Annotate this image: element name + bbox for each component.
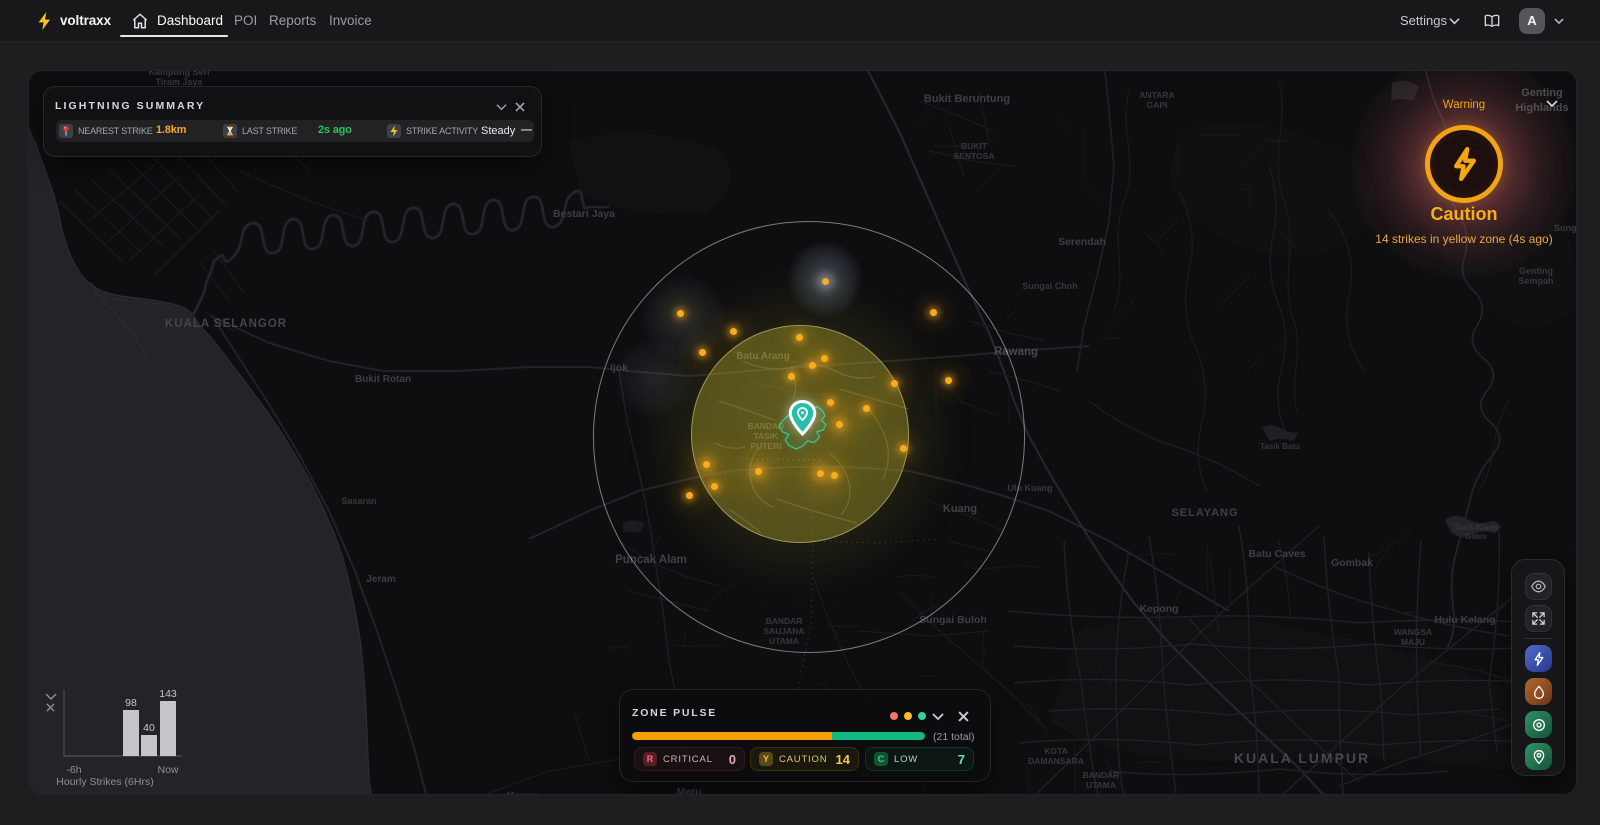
svg-text:KUALA SELANGOR: KUALA SELANGOR [165, 318, 287, 330]
svg-text:MAJU: MAJU [1401, 637, 1425, 647]
svg-text:SENTOSA: SENTOSA [954, 151, 995, 161]
svg-text:143: 143 [159, 688, 177, 700]
svg-text:Batu Caves: Batu Caves [1248, 548, 1305, 560]
svg-text:Jeram: Jeram [366, 574, 396, 585]
svg-text:-6h: -6h [66, 764, 81, 776]
svg-text:Genting: Genting [1519, 266, 1553, 276]
svg-text:BUKIT: BUKIT [961, 141, 988, 151]
svg-text:Sasaran: Sasaran [341, 496, 376, 506]
svg-text:98: 98 [125, 697, 137, 709]
svg-text:Serendah: Serendah [1058, 236, 1106, 248]
svg-text:Sungai Choh: Sungai Choh [1022, 281, 1078, 291]
svg-text:Kapar: Kapar [507, 790, 537, 795]
svg-text:UTAMA: UTAMA [1086, 780, 1116, 790]
svg-text:SELAYANG: SELAYANG [1171, 507, 1238, 519]
svg-text:Tasik Klang: Tasik Klang [1454, 523, 1498, 532]
svg-text:BANDAR: BANDAR [1083, 770, 1120, 780]
svg-text:Now: Now [157, 764, 178, 776]
svg-text:Kepong: Kepong [1139, 603, 1178, 615]
svg-text:40: 40 [143, 722, 155, 734]
svg-text:ANTARA: ANTARA [1139, 90, 1174, 100]
svg-text:Hourly Strikes (6Hrs): Hourly Strikes (6Hrs) [56, 776, 153, 788]
svg-text:Bukit Beruntung: Bukit Beruntung [924, 93, 1010, 105]
svg-text:KUALA LUMPUR: KUALA LUMPUR [1234, 750, 1370, 766]
svg-text:Meru: Meru [676, 786, 701, 795]
svg-text:Gates: Gates [1465, 532, 1488, 541]
svg-text:Tasik Batu: Tasik Batu [1260, 442, 1300, 451]
svg-text:Bestari Jaya: Bestari Jaya [553, 208, 615, 220]
svg-text:Bukit Rotan: Bukit Rotan [355, 374, 411, 385]
svg-text:Gombak: Gombak [1331, 557, 1373, 569]
svg-text:Hulu Kelang: Hulu Kelang [1434, 614, 1495, 626]
svg-text:DAMANSARA: DAMANSARA [1028, 756, 1084, 766]
svg-text:Sempah: Sempah [1518, 276, 1553, 286]
svg-text:WANGSA: WANGSA [1394, 627, 1432, 637]
svg-text:KOTA: KOTA [1044, 746, 1067, 756]
svg-text:GAPI: GAPI [1147, 100, 1168, 110]
